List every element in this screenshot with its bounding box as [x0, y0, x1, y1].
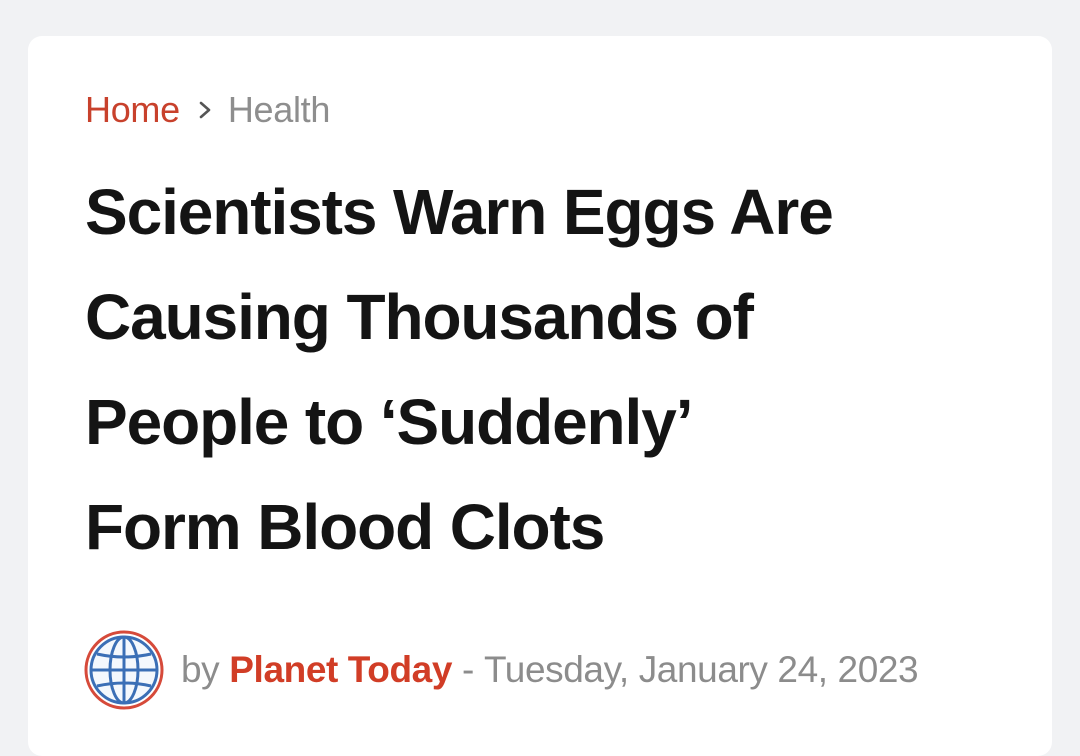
headline-line: Scientists Warn Eggs Are [85, 176, 834, 248]
byline-by-label: by [181, 649, 220, 690]
globe-icon[interactable] [83, 629, 165, 711]
chevron-right-icon [194, 99, 216, 121]
article-byline: by Planet Today - Tuesday, January 24, 2… [83, 629, 919, 711]
breadcrumb: Home Health [85, 88, 1052, 132]
byline-separator: - [462, 649, 474, 690]
headline-line: People to ‘Suddenly’ [85, 386, 694, 458]
article-card: Home Health Scientists Warn Eggs Are Cau… [28, 36, 1052, 756]
publish-date: Tuesday, January 24, 2023 [483, 649, 919, 690]
headline-line: Causing Thousands of [85, 281, 754, 353]
breadcrumb-health-link[interactable]: Health [228, 88, 331, 132]
headline-line: Form Blood Clots [85, 491, 605, 563]
breadcrumb-home-link[interactable]: Home [85, 88, 180, 132]
article-headline: Scientists Warn Eggs Are Causing Thousan… [85, 160, 1005, 580]
author-link[interactable]: Planet Today [229, 648, 452, 692]
